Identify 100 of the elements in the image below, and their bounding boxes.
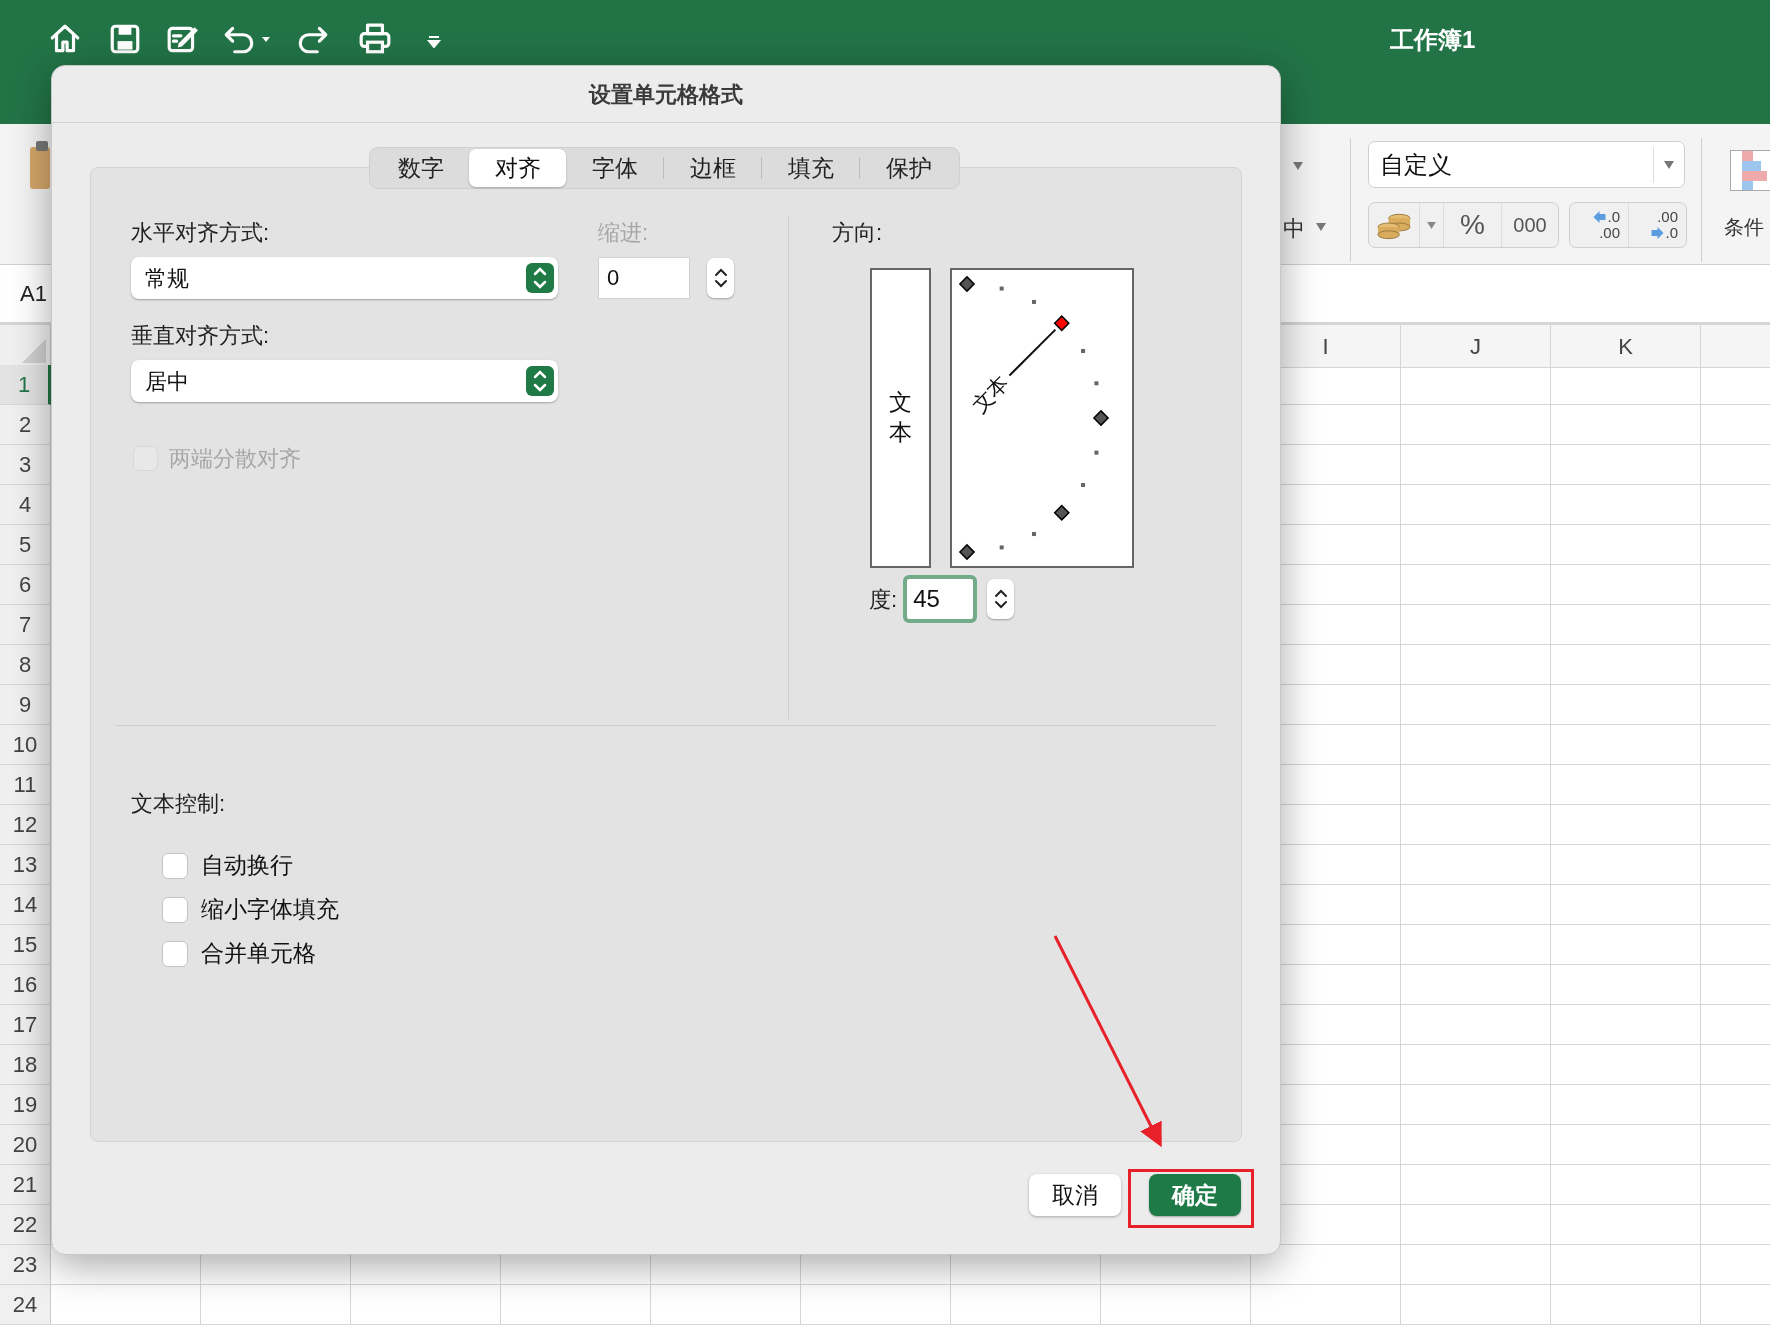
degrees-input[interactable]: 45 [903,575,978,623]
table-cell[interactable] [1551,725,1701,765]
table-cell[interactable] [1551,445,1701,485]
table-cell[interactable] [1401,405,1551,445]
orientation-dial[interactable]: 文本 [950,268,1134,568]
ok-button[interactable]: 确定 [1149,1174,1241,1216]
table-cell[interactable] [1401,1165,1551,1205]
row-header[interactable]: 3 [0,445,51,485]
row-header[interactable]: 9 [0,685,51,725]
column-header[interactable]: J [1401,325,1551,368]
table-cell[interactable] [51,1285,201,1325]
row-header[interactable]: 21 [0,1165,51,1205]
tab[interactable]: 数字 [372,149,469,187]
tab[interactable]: 保护 [860,149,957,187]
table-cell[interactable] [1401,565,1551,605]
row-header[interactable]: 20 [0,1125,51,1165]
row-header[interactable]: 13 [0,845,51,885]
table-cell[interactable] [1401,765,1551,805]
table-cell[interactable] [1551,925,1701,965]
name-box[interactable]: A1 [20,277,47,310]
table-cell[interactable] [1401,685,1551,725]
table-cell[interactable] [1401,1085,1551,1125]
table-cell[interactable] [1551,1245,1701,1285]
table-cell[interactable] [1551,685,1701,725]
table-cell[interactable] [1401,1205,1551,1245]
row-header[interactable]: 23 [0,1245,51,1285]
table-cell[interactable] [1551,765,1701,805]
table-cell[interactable] [1551,605,1701,645]
print-icon[interactable] [358,22,392,56]
table-cell[interactable] [501,1285,651,1325]
row-header[interactable]: 6 [0,565,51,605]
table-cell[interactable] [951,1285,1101,1325]
table-cell[interactable] [1401,445,1551,485]
table-cell[interactable] [1551,645,1701,685]
row-header[interactable]: 24 [0,1285,51,1325]
row-header[interactable]: 5 [0,525,51,565]
select-all-corner[interactable] [0,325,51,368]
table-cell[interactable] [1401,885,1551,925]
row-header[interactable]: 4 [0,485,51,525]
checkbox[interactable] [162,940,188,967]
table-cell[interactable] [1551,1045,1701,1085]
table-cell[interactable] [651,1285,801,1325]
table-cell[interactable] [1251,1285,1401,1325]
row-header[interactable]: 14 [0,885,51,925]
table-cell[interactable] [1551,845,1701,885]
table-cell[interactable] [1401,605,1551,645]
thousands-separator-button[interactable]: 000 [1501,203,1558,247]
table-cell[interactable] [1551,805,1701,845]
row-header[interactable]: 10 [0,725,51,765]
increase-decimal-button[interactable]: .0 .00 [1570,203,1628,247]
row-header[interactable]: 8 [0,645,51,685]
tab[interactable]: 边框 [664,149,761,187]
percent-button[interactable]: % [1443,203,1501,247]
table-cell[interactable] [1551,565,1701,605]
vertical-alignment-dropdown[interactable]: 居中 [131,360,558,402]
table-cell[interactable] [1401,525,1551,565]
table-cell[interactable] [1401,1285,1551,1325]
table-cell[interactable] [1401,1125,1551,1165]
table-cell[interactable] [1401,645,1551,685]
checkbox[interactable] [162,852,188,879]
row-header[interactable]: 15 [0,925,51,965]
table-cell[interactable] [1551,885,1701,925]
table-cell[interactable] [1401,1245,1551,1285]
table-cell[interactable] [1551,1165,1701,1205]
table-cell[interactable] [201,1285,351,1325]
stepper[interactable] [987,579,1015,619]
table-cell[interactable] [1401,1045,1551,1085]
table-cell[interactable] [1551,965,1701,1005]
dropdown-icon[interactable] [1316,223,1326,231]
table-cell[interactable] [1401,1005,1551,1045]
column-header[interactable]: K [1551,325,1701,368]
table-cell[interactable] [1401,725,1551,765]
row-header[interactable]: 12 [0,805,51,845]
dropdown-icon[interactable] [1293,162,1303,170]
table-cell[interactable] [1551,485,1701,525]
row-header[interactable]: 22 [0,1205,51,1245]
horizontal-alignment-dropdown[interactable]: 常规 [131,257,558,299]
table-cell[interactable] [1551,365,1701,405]
number-format-dropdown[interactable]: 自定义 [1368,141,1685,188]
row-header[interactable]: 7 [0,605,51,645]
table-cell[interactable] [801,1285,951,1325]
cancel-button[interactable]: 取消 [1029,1174,1121,1216]
angle-handle[interactable] [1053,315,1070,332]
tab[interactable]: 对齐 [469,149,566,187]
table-cell[interactable] [351,1285,501,1325]
stepper[interactable] [707,258,734,298]
table-cell[interactable] [1551,1205,1701,1245]
row-header[interactable]: 18 [0,1045,51,1085]
row-header[interactable]: 2 [0,405,51,445]
save-icon[interactable] [108,22,142,56]
table-cell[interactable] [1551,1125,1701,1165]
clipboard-icon[interactable] [28,139,52,191]
checkbox[interactable] [162,896,188,923]
row-header[interactable]: 11 [0,765,51,805]
table-cell[interactable] [1551,1085,1701,1125]
vertical-text-option[interactable]: 文本 [870,268,931,568]
row-header[interactable]: 17 [0,1005,51,1045]
table-cell[interactable] [1401,845,1551,885]
conditional-formatting-icon[interactable] [1730,150,1770,191]
table-cell[interactable] [1401,925,1551,965]
